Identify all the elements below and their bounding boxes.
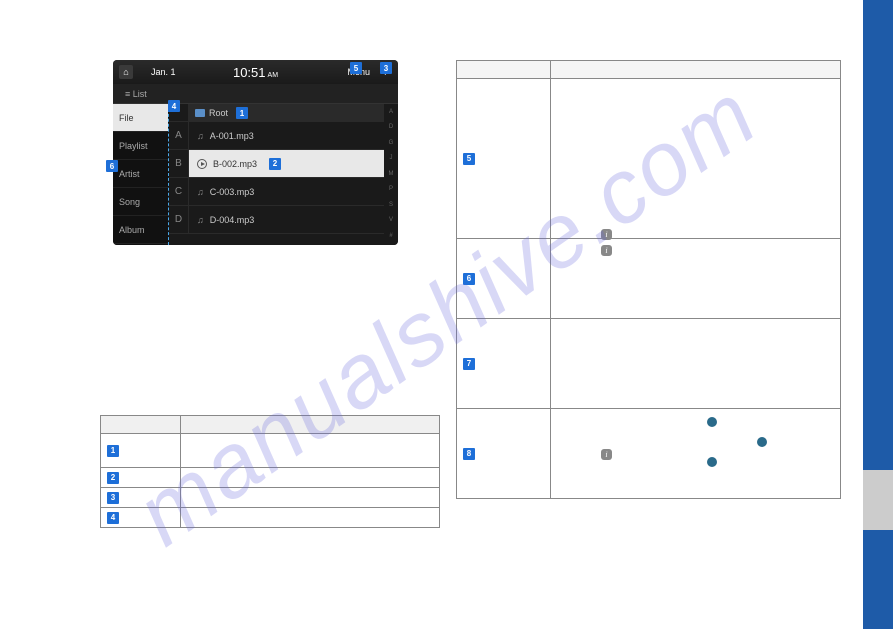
callout-2: 2 [269,158,281,170]
play-icon [197,159,207,169]
music-note-icon: ♫ [197,131,204,141]
time-label: 10:51AM [233,65,278,80]
letter-b[interactable]: B [169,150,189,178]
sidebar-item-album[interactable]: Album [113,216,168,244]
list-header: ≡ List [113,84,398,104]
callout-5-row: 5 [463,153,475,165]
right-description-table: 5i 6i 7 8 i [456,60,841,499]
callout-3: 3 [380,62,392,74]
callout-5-top: 5 [350,62,362,74]
side-tab-grey [863,470,893,530]
letter-a[interactable]: A [169,122,189,150]
home-icon[interactable]: ⌂ [119,65,133,79]
info-icon: i [601,245,612,256]
letter-column: A B C D [169,104,189,245]
file-row[interactable]: ♫D-004.mp3 [189,206,384,234]
letter-c[interactable]: C [169,178,189,206]
side-tab-blue [863,0,893,470]
callout-3-row: 3 [107,492,119,504]
letter-d[interactable]: D [169,206,189,234]
callout-4-row: 4 [107,512,119,524]
info-icon: i [601,449,612,460]
callout-1: 1 [236,107,248,119]
callout-6-side: 6 [106,160,118,172]
folder-icon [195,109,205,117]
file-column: Root 1 ♫A-001.mp3 B-002.mp32 ♫C-003.mp3 … [189,104,384,245]
callout-8-row: 8 [463,448,475,460]
callout-4: 4 [168,100,180,112]
device-screenshot: ⌂ Jan. 1 10:51AM Menu ↩ ≡ List File Play… [113,60,398,245]
file-row-playing[interactable]: B-002.mp32 [189,150,384,178]
callout-6-row: 6 [463,273,475,285]
sidebar-item-song[interactable]: Song [113,188,168,216]
callout-2-row: 2 [107,472,119,484]
bullet-dot [707,457,717,467]
music-note-icon: ♫ [197,215,204,225]
sidebar-item-playlist[interactable]: Playlist [113,132,168,160]
side-tab-blue2 [863,530,893,629]
alpha-index[interactable]: A D G J M P S V # [384,104,398,245]
sidebar-item-file[interactable]: File [113,104,168,132]
file-row[interactable]: ♫A-001.mp3 [189,122,384,150]
bullet-dot [757,437,767,447]
callout-1-row: 1 [107,445,119,457]
date-label: Jan. 1 [151,67,176,77]
music-note-icon: ♫ [197,187,204,197]
left-description-table: 1 2 3 4 [100,415,440,528]
category-sidebar: File Playlist Artist Song Album [113,104,169,245]
callout-7-row: 7 [463,358,475,370]
root-row[interactable]: Root 1 [189,104,384,122]
sidebar-item-artist[interactable]: Artist [113,160,168,188]
bullet-dot [707,417,717,427]
file-row[interactable]: ♫C-003.mp3 [189,178,384,206]
